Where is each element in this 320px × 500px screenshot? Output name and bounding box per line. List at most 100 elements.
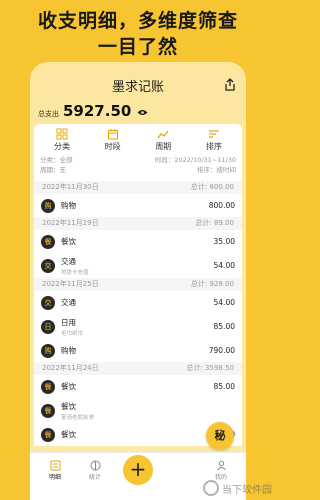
app-header: 墨求记账 总支出 5927.50 bbox=[30, 62, 246, 122]
record-note: 宴请老朋友😎 bbox=[61, 414, 95, 421]
date-group-header: 2022年11月29日 总计: 89.00 bbox=[34, 217, 242, 230]
category-icon: 交 bbox=[41, 258, 55, 273]
group-total: 总计: 3598.50 bbox=[186, 364, 234, 372]
record-body: 餐饮 bbox=[61, 236, 214, 247]
date-group-header: 2022年11月24日 总计: 3598.50 bbox=[34, 362, 242, 375]
record-amount: 54.00 bbox=[213, 261, 235, 270]
promo-text: 收支明细，多维度筛查 一目了然 bbox=[0, 8, 276, 60]
group-total: 总计: 800.00 bbox=[190, 183, 234, 191]
record-note: 毛巾纸巾 bbox=[61, 330, 84, 337]
pie-icon bbox=[90, 460, 100, 471]
date-group-header: 2022年11月25日 总计: 929.00 bbox=[34, 278, 242, 291]
tab-period[interactable]: 时段 bbox=[91, 128, 135, 152]
tab-sort[interactable]: 排序 bbox=[192, 128, 236, 152]
category-icon: 日 bbox=[41, 319, 55, 334]
nav-detail[interactable]: 明细 bbox=[40, 460, 70, 481]
record-name: 餐饮 bbox=[61, 430, 76, 439]
record-body: 餐饮 bbox=[61, 381, 214, 392]
group-total: 总计: 929.00 bbox=[190, 280, 234, 288]
record-row[interactable]: 日日用 毛巾纸巾 85.00 bbox=[34, 314, 242, 339]
filter-tabs: 分类 时段 周期 排序 bbox=[34, 124, 242, 152]
record-name: 交通 bbox=[61, 256, 76, 266]
total-expense: 总支出 5927.50 bbox=[38, 102, 148, 120]
list-icon bbox=[50, 460, 60, 471]
record-row[interactable]: 餐餐饮宴请老朋友😎 bbox=[34, 398, 242, 423]
nav-stats-label: 统计 bbox=[88, 474, 101, 481]
record-amount: 85.00 bbox=[213, 382, 235, 391]
filter-period: 时段：2022/10/31~11/30 bbox=[154, 156, 236, 164]
total-value: 5927.50 bbox=[63, 102, 132, 120]
group-total: 总计: 89.00 bbox=[195, 219, 234, 227]
group-date: 2022年11月24日 bbox=[42, 364, 99, 372]
user-icon bbox=[216, 460, 226, 471]
promo-line-2: 一目了然 bbox=[97, 36, 178, 58]
record-name: 餐饮 bbox=[61, 401, 76, 411]
watermark-text: 当下软件园 bbox=[222, 484, 272, 496]
grid-icon bbox=[56, 128, 68, 140]
record-body: 交通 地铁卡充值 bbox=[61, 256, 214, 276]
sort-icon bbox=[208, 130, 219, 138]
records-card: 分类 时段 周期 排序 分类：全部 时段：2022/10/31~11/30 周期… bbox=[34, 124, 242, 446]
record-amount: 790.00 bbox=[208, 346, 235, 355]
record-row[interactable]: 餐餐饮 85.00 bbox=[34, 375, 242, 398]
filter-category: 分类：全部 bbox=[40, 156, 73, 164]
tab-label: 周期 bbox=[155, 142, 172, 151]
record-row[interactable]: 交交通 54.00 bbox=[34, 291, 242, 314]
date-group-header: 2022年11月30日 总计: 800.00 bbox=[34, 181, 242, 194]
record-name: 购物 bbox=[61, 346, 76, 355]
record-body: 购物 bbox=[61, 345, 209, 356]
watermark-logo-icon bbox=[203, 480, 219, 496]
app-title: 墨求记账 bbox=[111, 80, 164, 95]
category-icon: 购 bbox=[41, 343, 55, 358]
tab-category[interactable]: 分类 bbox=[40, 128, 84, 152]
nav-mine[interactable]: 我的 bbox=[206, 460, 236, 481]
watermark: 当下软件园 bbox=[203, 480, 272, 496]
record-name: 餐饮 bbox=[61, 237, 76, 246]
record-name: 餐饮 bbox=[61, 382, 76, 391]
eye-icon[interactable] bbox=[137, 109, 148, 116]
promo-line-1: 收支明细，多维度筛查 bbox=[37, 10, 238, 32]
tab-label: 分类 bbox=[54, 142, 70, 151]
group-date: 2022年11月25日 bbox=[42, 280, 99, 288]
category-icon: 餐 bbox=[41, 234, 55, 249]
group-date: 2022年11月30日 bbox=[42, 183, 99, 191]
filter-summary: 分类：全部 时段：2022/10/31~11/30 周期：无 排序：按时间 bbox=[34, 152, 242, 181]
secret-button[interactable]: 秘 bbox=[206, 422, 234, 450]
record-amount: 800.00 bbox=[208, 201, 235, 210]
category-icon: 餐 bbox=[41, 427, 55, 442]
group-date: 2022年11月29日 bbox=[42, 219, 99, 227]
total-label: 总支出 bbox=[38, 110, 59, 118]
filter-cycle: 周期：无 bbox=[40, 166, 66, 174]
category-icon: 交 bbox=[41, 295, 55, 310]
record-amount: 85.00 bbox=[213, 322, 235, 331]
record-body: 餐饮宴请老朋友😎 bbox=[61, 401, 235, 421]
nav-detail-label: 明细 bbox=[48, 474, 61, 481]
record-row[interactable]: 购购物 790.00 bbox=[34, 339, 242, 362]
calendar-icon bbox=[107, 129, 118, 140]
record-note: 地铁卡充值 bbox=[61, 269, 89, 276]
record-body: 购物 bbox=[61, 200, 209, 211]
filter-sort: 排序：按时间 bbox=[197, 166, 236, 174]
record-body: 日用 毛巾纸巾 bbox=[61, 317, 214, 337]
tab-label: 排序 bbox=[205, 142, 222, 151]
record-name: 日用 bbox=[61, 317, 76, 327]
record-row[interactable]: 购购物 800.00 bbox=[34, 194, 242, 217]
trend-icon bbox=[157, 130, 169, 139]
tab-label: 时段 bbox=[104, 142, 121, 151]
category-icon: 购 bbox=[41, 198, 55, 213]
record-amount: 35.00 bbox=[213, 237, 235, 246]
record-row[interactable]: 交交通 地铁卡充值 54.00 bbox=[34, 253, 242, 278]
add-record-button[interactable]: + bbox=[123, 455, 153, 485]
record-name: 购物 bbox=[61, 201, 76, 210]
record-body: 餐饮 bbox=[61, 429, 209, 440]
category-icon: 餐 bbox=[41, 403, 55, 418]
records-list: 2022年11月30日 总计: 800.00 购购物 800.00 2022年11月29… bbox=[34, 181, 242, 446]
nav-stats[interactable]: 统计 bbox=[80, 460, 110, 481]
record-row[interactable]: 餐餐饮 35.00 bbox=[34, 230, 242, 253]
tab-cycle[interactable]: 周期 bbox=[141, 128, 185, 152]
record-amount: 54.00 bbox=[213, 298, 235, 307]
record-body: 交通 bbox=[61, 297, 214, 308]
share-icon[interactable] bbox=[224, 78, 236, 92]
category-icon: 餐 bbox=[41, 379, 55, 394]
record-name: 交通 bbox=[61, 298, 76, 307]
